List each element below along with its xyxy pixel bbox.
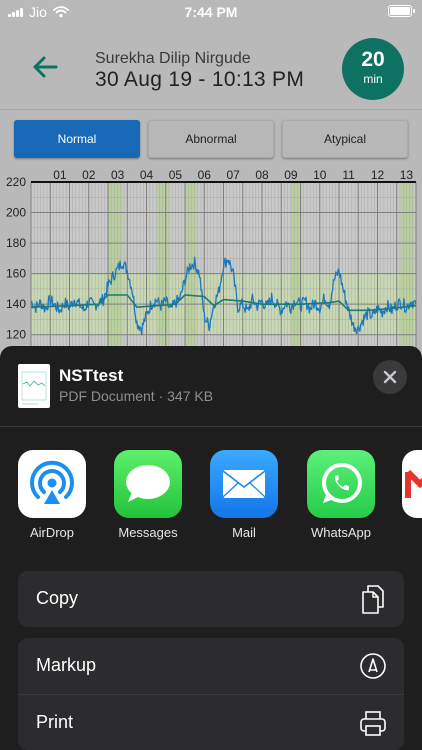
record-header: Surekha Dilip Nirgude 30 Aug 19 - 10:13 …: [0, 24, 422, 110]
document-thumbnail: [18, 364, 50, 408]
x-tick-label: 03: [111, 168, 125, 182]
share-app-messages[interactable]: Messages: [112, 450, 184, 540]
x-tick-label: 08: [255, 168, 269, 182]
copy-action[interactable]: Copy: [18, 571, 404, 627]
y-tick-label: 160: [6, 267, 26, 281]
y-tick-label: 200: [6, 206, 26, 220]
mail-icon: [210, 450, 278, 518]
share-app-label: Mail: [232, 525, 256, 540]
share-sheet: NSTtest PDF Document · 347 KB AirDrop Me…: [0, 346, 422, 750]
markup-label: Markup: [36, 655, 97, 675]
x-tick-label: 05: [169, 168, 183, 182]
record-datetime: 30 Aug 19 - 10:13 PM: [95, 68, 305, 91]
tab-atypical[interactable]: Atypical: [282, 120, 408, 158]
fetal-heart-rate-chart: 120 140 160 180 200 220 01 02 03 04 05 06 07 08 09 10 11…: [6, 168, 417, 350]
y-tick-label: 220: [6, 175, 26, 189]
back-arrow-icon[interactable]: [28, 50, 62, 84]
tab-abnormal[interactable]: Abnormal: [148, 120, 274, 158]
copy-label: Copy: [36, 588, 79, 608]
share-apps-row: AirDrop Messages Mail WhatsApp: [0, 450, 422, 550]
x-tick-label: 01: [53, 168, 67, 182]
share-app-label: WhatsApp: [311, 525, 371, 540]
x-tick-label: 02: [82, 168, 96, 182]
whatsapp-icon: [307, 450, 375, 518]
share-app-gmail[interactable]: [400, 450, 422, 525]
sheet-divider: [0, 426, 422, 427]
clock: 7:44 PM: [184, 4, 238, 20]
x-tick-label: 07: [226, 168, 240, 182]
y-tick-label: 120: [6, 328, 26, 342]
x-tick-label: 10: [313, 168, 327, 182]
share-app-mail[interactable]: Mail: [208, 450, 280, 540]
y-tick-label: 140: [6, 297, 26, 311]
airdrop-icon: [18, 450, 86, 518]
action-group-tools: Markup Print: [18, 638, 404, 750]
y-tick-label: 180: [6, 236, 26, 250]
x-tick-label: 13: [400, 168, 414, 182]
x-tick-label: 04: [140, 168, 154, 182]
close-button[interactable]: [373, 360, 407, 394]
print-icon: [360, 711, 386, 736]
markup-action[interactable]: Markup: [18, 638, 404, 694]
close-icon: [383, 370, 397, 384]
x-tick-label: 11: [342, 168, 355, 182]
duration-badge: 20 min: [342, 38, 404, 100]
acceleration-band: [157, 182, 170, 350]
status-bar: Jio 7:44 PM: [0, 0, 422, 24]
patient-name: Surekha Dilip Nirgude: [95, 50, 251, 67]
gmail-icon: [402, 450, 422, 518]
x-tick-label: 12: [371, 168, 385, 182]
action-group-copy: Copy: [18, 571, 404, 627]
messages-icon: [114, 450, 182, 518]
tab-normal[interactable]: Normal: [14, 120, 140, 158]
file-name: NSTtest: [59, 366, 124, 385]
battery-icon: [388, 5, 415, 17]
share-app-airdrop[interactable]: AirDrop: [16, 450, 88, 540]
duration-unit: min: [363, 72, 383, 86]
x-tick-label: 06: [198, 168, 212, 182]
copy-icon: [362, 585, 384, 614]
file-meta: PDF Document · 347 KB: [59, 388, 214, 404]
share-app-label: AirDrop: [29, 525, 75, 540]
share-app-whatsapp[interactable]: WhatsApp: [305, 450, 377, 540]
print-action[interactable]: Print: [18, 694, 404, 750]
x-tick-label: 09: [284, 168, 298, 182]
markup-icon: [360, 653, 386, 679]
duration-value: 20: [361, 48, 385, 71]
share-app-label: Messages: [118, 525, 178, 540]
acceleration-band: [400, 182, 415, 350]
print-label: Print: [36, 712, 74, 732]
